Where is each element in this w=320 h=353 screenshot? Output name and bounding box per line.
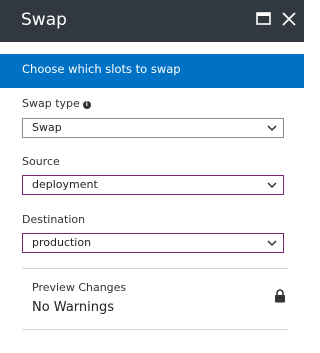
divider <box>22 329 288 330</box>
source-value: deployment <box>32 178 98 191</box>
destination-label: Destination <box>22 213 86 226</box>
chevron-down-icon <box>267 182 277 189</box>
info-banner: Choose which slots to swap <box>0 54 304 88</box>
lock-icon <box>275 289 285 303</box>
close-icon <box>282 12 296 26</box>
source-label: Source <box>22 155 60 168</box>
swap-type-label-text: Swap type <box>22 97 80 110</box>
swap-type-label: Swap type i <box>22 97 91 111</box>
chevron-down-icon <box>267 240 277 247</box>
close-button[interactable] <box>280 10 298 28</box>
divider <box>22 268 288 269</box>
destination-value: production <box>32 236 92 249</box>
preview-changes-label: Preview Changes <box>32 281 127 294</box>
maximize-button[interactable] <box>255 10 273 28</box>
preview-changes-value: No Warnings <box>32 300 115 315</box>
info-icon[interactable]: i <box>82 101 91 109</box>
source-dropdown[interactable]: deployment <box>22 175 284 195</box>
blade-title: Swap <box>21 10 67 30</box>
swap-type-value: Swap <box>32 121 62 134</box>
destination-dropdown[interactable]: production <box>22 233 284 253</box>
blade-header: Swap <box>0 0 304 42</box>
info-banner-text: Choose which slots to swap <box>22 62 181 76</box>
chevron-down-icon <box>267 125 277 132</box>
maximize-icon <box>256 12 271 25</box>
swap-type-dropdown[interactable]: Swap <box>22 118 284 138</box>
